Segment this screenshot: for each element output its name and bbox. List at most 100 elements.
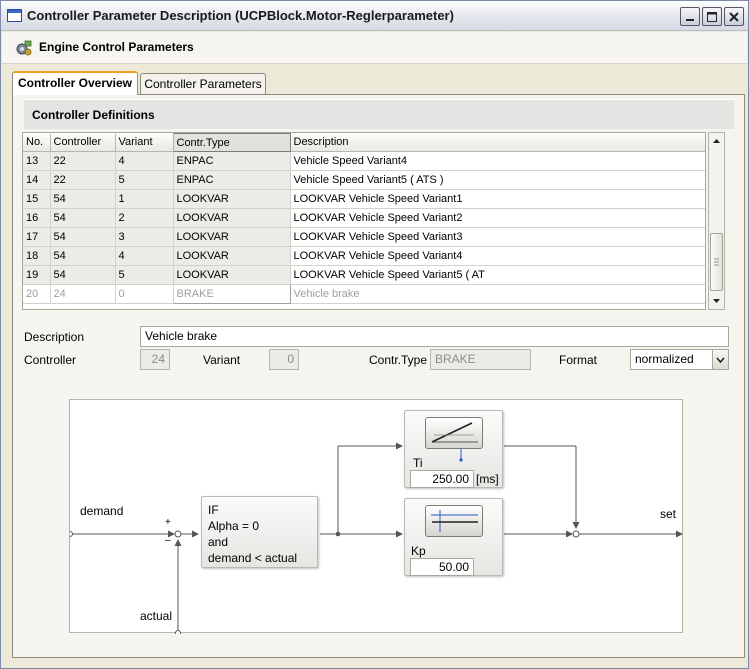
cell-contr-type: LOOKVAR	[173, 189, 291, 209]
main-window: Controller Parameter Description (UCPBlo…	[0, 0, 749, 669]
ti-marker	[459, 449, 463, 462]
cell-contr-type: LOOKVAR	[173, 246, 291, 266]
cell-controller: 54	[50, 246, 116, 266]
format-label: Format	[559, 353, 598, 367]
table-row[interactable]: 13 22 4 ENPAC Vehicle Speed Variant4	[23, 151, 705, 171]
format-select[interactable]: normalized	[630, 349, 729, 370]
title-bar[interactable]: Controller Parameter Description (UCPBlo…	[1, 1, 748, 31]
column-header-description[interactable]: Description	[290, 133, 705, 152]
cell-no: 20	[23, 284, 51, 304]
contr-type-label: Contr.Type	[369, 353, 428, 367]
cell-controller: 54	[50, 265, 116, 285]
description-label: Description	[24, 330, 85, 344]
format-select-value: normalized	[635, 352, 694, 366]
group-title: Controller Definitions	[32, 108, 155, 122]
condition-text: IF Alpha = 0 and demand < actual	[208, 502, 297, 566]
controller-field: 24	[140, 349, 170, 370]
column-header-controller[interactable]: Controller	[50, 133, 116, 152]
description-field[interactable]: Vehicle brake	[140, 326, 729, 347]
header-title: Engine Control Parameters	[39, 40, 194, 54]
cell-variant: 5	[115, 170, 174, 190]
ti-characteristic-button[interactable]	[425, 417, 483, 449]
controller-label: Controller	[24, 353, 77, 367]
column-header-no[interactable]: No.	[23, 133, 51, 152]
chevron-down-icon	[716, 357, 725, 364]
cell-contr-type: ENPAC	[173, 151, 291, 171]
table-row[interactable]: 16 54 2 LOOKVAR LOOKVAR Vehicle Speed Va…	[23, 208, 705, 228]
scroll-down-button[interactable]	[710, 294, 723, 308]
kp-label: Kp	[411, 544, 426, 558]
cell-no: 19	[23, 265, 51, 285]
cell-controller: 24	[50, 284, 116, 304]
table-row[interactable]: 18 54 4 LOOKVAR LOOKVAR Vehicle Speed Va…	[23, 246, 705, 266]
cell-description: Vehicle Speed Variant4	[290, 151, 705, 171]
table-row[interactable]: 19 54 5 LOOKVAR LOOKVAR Vehicle Speed Va…	[23, 265, 705, 285]
window-icon	[7, 9, 22, 22]
table-row[interactable]: 17 54 3 LOOKVAR LOOKVAR Vehicle Speed Va…	[23, 227, 705, 247]
cell-no: 17	[23, 227, 51, 247]
kp-characteristic-button[interactable]	[425, 505, 483, 537]
controller-diagram: demand + – actual set IF Alpha = 0 and d…	[69, 399, 683, 634]
tab-controller-parameters[interactable]: Controller Parameters	[140, 73, 266, 95]
cell-no: 14	[23, 170, 51, 190]
actual-label: actual	[140, 609, 173, 623]
ti-block: Ti 250.00 [ms]	[404, 410, 503, 488]
set-label: set	[660, 507, 677, 521]
cell-controller: 22	[50, 170, 116, 190]
signal-lines	[70, 442, 683, 634]
variant-label: Variant	[203, 353, 241, 367]
engine-icon	[16, 40, 32, 56]
minimize-icon	[686, 19, 694, 21]
cell-contr-type[interactable]: BRAKE	[172, 284, 291, 304]
window-title: Controller Parameter Description (UCPBlo…	[27, 8, 454, 23]
scroll-thumb[interactable]	[710, 233, 723, 291]
demand-label: demand	[80, 504, 124, 518]
cell-contr-type: ENPAC	[173, 170, 291, 190]
ti-input[interactable]: 250.00	[410, 470, 474, 488]
cell-variant: 2	[115, 208, 174, 228]
cell-description: LOOKVAR Vehicle Speed Variant3	[290, 227, 705, 247]
cell-variant: 5	[115, 265, 174, 285]
arrow-up-icon	[713, 139, 720, 143]
controller-table[interactable]: No. Controller Variant Contr.Type Descri…	[22, 132, 706, 310]
kp-block: Kp 50.00	[404, 498, 503, 576]
constant-gain-icon	[431, 510, 478, 532]
arrow-down-icon	[713, 299, 720, 303]
grip-icon	[714, 258, 719, 266]
condition-line: Alpha = 0	[208, 519, 260, 533]
close-button[interactable]	[724, 7, 744, 26]
column-header-variant[interactable]: Variant	[115, 133, 174, 152]
tab-panel: Controller Definitions No. Controller Va…	[12, 94, 745, 658]
table-row[interactable]: 14 22 5 ENPAC Vehicle Speed Variant5 ( A…	[23, 170, 705, 190]
ramp-icon	[431, 422, 478, 443]
cell-variant: 4	[115, 246, 174, 266]
ti-unit: [ms]	[476, 472, 499, 486]
close-icon	[729, 12, 739, 22]
cell-description: LOOKVAR Vehicle Speed Variant2	[290, 208, 705, 228]
variant-field: 0	[269, 349, 299, 370]
format-dropdown-button[interactable]	[712, 350, 728, 369]
cell-contr-type: LOOKVAR	[173, 265, 291, 285]
cell-contr-type: LOOKVAR	[173, 208, 291, 228]
table-row-new[interactable]: 20 24 0 BRAKE Vehicle brake	[23, 284, 705, 304]
cell-no: 13	[23, 151, 51, 171]
plus-sign: +	[165, 517, 171, 528]
cell-no: 15	[23, 189, 51, 209]
group-header: Controller Definitions	[24, 99, 734, 129]
cell-no: 18	[23, 246, 51, 266]
column-header-contr-type[interactable]: Contr.Type	[172, 133, 291, 152]
maximize-button[interactable]	[702, 7, 722, 26]
minimize-button[interactable]	[680, 7, 700, 26]
header-bar: Engine Control Parameters	[2, 32, 747, 64]
tab-controller-overview[interactable]: Controller Overview	[12, 71, 138, 95]
cell-description: LOOKVAR Vehicle Speed Variant4	[290, 246, 705, 266]
table-scrollbar[interactable]	[708, 132, 725, 310]
condition-block[interactable]: IF Alpha = 0 and demand < actual	[201, 496, 318, 568]
table-header-row: No. Controller Variant Contr.Type Descri…	[23, 133, 705, 152]
cell-no: 16	[23, 208, 51, 228]
scroll-up-button[interactable]	[710, 134, 723, 148]
table-row[interactable]: 15 54 1 LOOKVAR LOOKVAR Vehicle Speed Va…	[23, 189, 705, 209]
kp-input[interactable]: 50.00	[410, 558, 474, 576]
condition-line: and	[208, 535, 229, 549]
cell-variant: 1	[115, 189, 174, 209]
